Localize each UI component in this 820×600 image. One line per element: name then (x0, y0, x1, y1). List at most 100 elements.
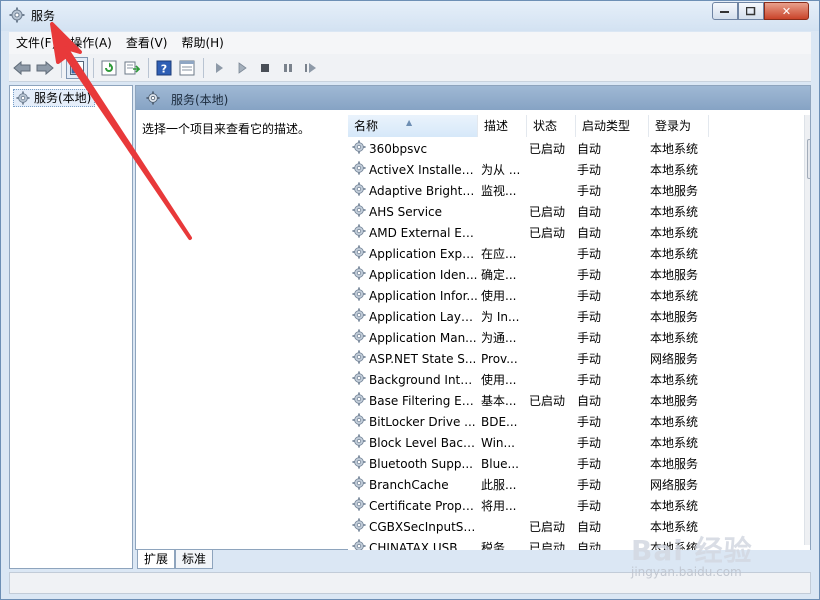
service-description: BDE... (481, 414, 518, 429)
services-content-pane: 服务(本地) 选择一个项目来查看它的描述。 ▲ 名称 描述 状态 启动类型 登录… (135, 85, 811, 550)
service-gear-icon (352, 245, 366, 262)
help-button[interactable]: ? (153, 57, 175, 79)
view-tabs: 扩展 标准 (135, 550, 811, 570)
service-description: Prov... (481, 351, 518, 366)
table-row[interactable]: Base Filtering En... 基本... 已启动 自动 本地服务 (348, 390, 794, 411)
service-gear-icon (352, 161, 366, 178)
service-startup-type: 自动 (577, 142, 602, 156)
maximize-button[interactable] (738, 2, 764, 20)
service-logon-as: 本地系统 (650, 373, 699, 387)
refresh-button[interactable] (98, 57, 120, 79)
close-button[interactable]: ✕ (764, 2, 809, 20)
show-hide-console-tree-button[interactable] (66, 56, 88, 79)
column-header-status[interactable]: 状态 (527, 115, 576, 137)
tab-standard[interactable]: 标准 (175, 550, 214, 569)
service-startup-type: 自动 (577, 394, 602, 408)
minimize-button[interactable] (712, 2, 738, 20)
service-gear-icon (352, 476, 366, 493)
service-startup-type: 自动 (577, 226, 602, 240)
service-name-cell: Application Man... (348, 329, 478, 346)
table-row[interactable]: ActiveX Installer ... 为从 ... 手动 本地系统 (348, 159, 794, 180)
service-logon-as: 本地系统 (650, 331, 699, 345)
service-startup-type: 手动 (577, 289, 602, 303)
help-icon: ? (156, 60, 172, 75)
toolbar-separator (203, 57, 204, 78)
table-row[interactable]: BitLocker Drive ... BDE... 手动 本地系统 (348, 411, 794, 432)
title-bar[interactable]: 服务 ✕ (1, 1, 819, 31)
start-service-alt-button[interactable] (231, 57, 253, 79)
service-description: 为通... (481, 331, 517, 345)
table-row[interactable]: AMD External Ev... 已启动 自动 本地系统 (348, 222, 794, 243)
service-gear-icon (352, 308, 366, 325)
table-row[interactable]: Background Inte... 使用... 手动 本地系统 (348, 369, 794, 390)
service-name: Application Infor... (369, 288, 478, 303)
table-row[interactable]: Block Level Back... Win... 手动 本地系统 (348, 432, 794, 453)
start-service-button[interactable] (208, 57, 230, 79)
table-row[interactable]: Application Man... 为通... 手动 本地系统 (348, 327, 794, 348)
table-row[interactable]: Certificate Propa... 将用... 手动 本地系统 (348, 495, 794, 516)
service-name-cell: Application Infor... (348, 287, 478, 304)
service-gear-icon (352, 224, 366, 241)
column-header-desc[interactable]: 描述 (478, 115, 527, 137)
menu-help[interactable]: 帮助(H) (174, 33, 230, 53)
services-list: ▲ 名称 描述 状态 启动类型 登录为 360bpsvc 已启动 自动 本地系统 Act… (348, 110, 810, 550)
table-row[interactable]: Bluetooth Supp... Blue... 手动 本地服务 (348, 453, 794, 474)
service-name: Adaptive Brightn... (369, 183, 478, 198)
service-name: Application Laye... (369, 309, 478, 324)
tree-item-services-local[interactable]: 服务(本地) (13, 89, 96, 109)
properties-icon (179, 60, 195, 75)
pause-service-button[interactable] (277, 57, 299, 79)
service-name-cell: Application Laye... (348, 308, 478, 325)
service-logon-as: 网络服务 (650, 352, 699, 366)
pause-icon (284, 63, 292, 72)
menu-action[interactable]: 操作(A) (63, 33, 119, 53)
service-startup-type: 自动 (577, 541, 602, 550)
column-header-logon[interactable]: 登录为 (649, 115, 709, 137)
table-row[interactable]: CGBXSecInputSe... 已启动 自动 本地系统 (348, 516, 794, 537)
scroll-down-button[interactable]: ▼ (805, 528, 811, 545)
service-description: 将用... (481, 499, 517, 513)
services-gear-icon (9, 7, 25, 23)
service-name: CHINATAX USB ... (369, 540, 473, 551)
menu-view[interactable]: 查看(V) (119, 33, 175, 53)
toolbar-separator (61, 57, 62, 78)
menu-file[interactable]: 文件(F) (9, 33, 63, 53)
service-name: Certificate Propa... (369, 498, 478, 513)
table-row[interactable]: CHINATAX USB ... 税务... 已启动 自动 本地系统 (348, 537, 794, 550)
export-list-button[interactable] (121, 57, 143, 79)
window-title: 服务 (31, 9, 56, 23)
scroll-up-button[interactable]: ▲ (805, 115, 811, 132)
table-row[interactable]: Application Iden... 确定... 手动 本地服务 (348, 264, 794, 285)
stop-icon (261, 63, 269, 72)
service-logon-as: 本地系统 (650, 163, 699, 177)
table-row[interactable]: Application Infor... 使用... 手动 本地系统 (348, 285, 794, 306)
tab-extended[interactable]: 扩展 (137, 550, 176, 569)
stop-service-button[interactable] (254, 57, 276, 79)
table-row[interactable]: 360bpsvc 已启动 自动 本地系统 (348, 138, 794, 159)
service-startup-type: 手动 (577, 310, 602, 324)
status-bar (9, 572, 811, 594)
forward-button[interactable] (34, 57, 56, 79)
table-row[interactable]: AHS Service 已启动 自动 本地系统 (348, 201, 794, 222)
scroll-thumb[interactable] (807, 139, 810, 179)
play-outline-icon (238, 61, 247, 74)
back-button[interactable] (11, 57, 33, 79)
pane-header: 服务(本地) (136, 86, 810, 110)
services-gear-icon (16, 91, 30, 109)
column-header-startup[interactable]: 启动类型 (576, 115, 649, 137)
svg-text:?: ? (161, 62, 167, 75)
tree-item-label: 服务(本地) (34, 91, 92, 105)
properties-button[interactable] (176, 57, 198, 79)
table-row[interactable]: Adaptive Brightn... 监视... 手动 本地服务 (348, 180, 794, 201)
vertical-scrollbar[interactable]: ▲ ▼ (804, 115, 810, 545)
table-row[interactable]: Application Expe... 在应... 手动 本地系统 (348, 243, 794, 264)
restart-service-button[interactable] (300, 57, 322, 79)
table-row[interactable]: ASP.NET State S... Prov... 手动 网络服务 (348, 348, 794, 369)
table-row[interactable]: Application Laye... 为 In... 手动 本地服务 (348, 306, 794, 327)
service-gear-icon (352, 539, 366, 550)
table-row[interactable]: BranchCache 此服... 手动 网络服务 (348, 474, 794, 495)
column-header-name[interactable]: ▲ 名称 (348, 115, 478, 137)
service-description: 在应... (481, 247, 517, 261)
service-name-cell: Adaptive Brightn... (348, 182, 478, 199)
console-tree-icon (70, 60, 84, 75)
